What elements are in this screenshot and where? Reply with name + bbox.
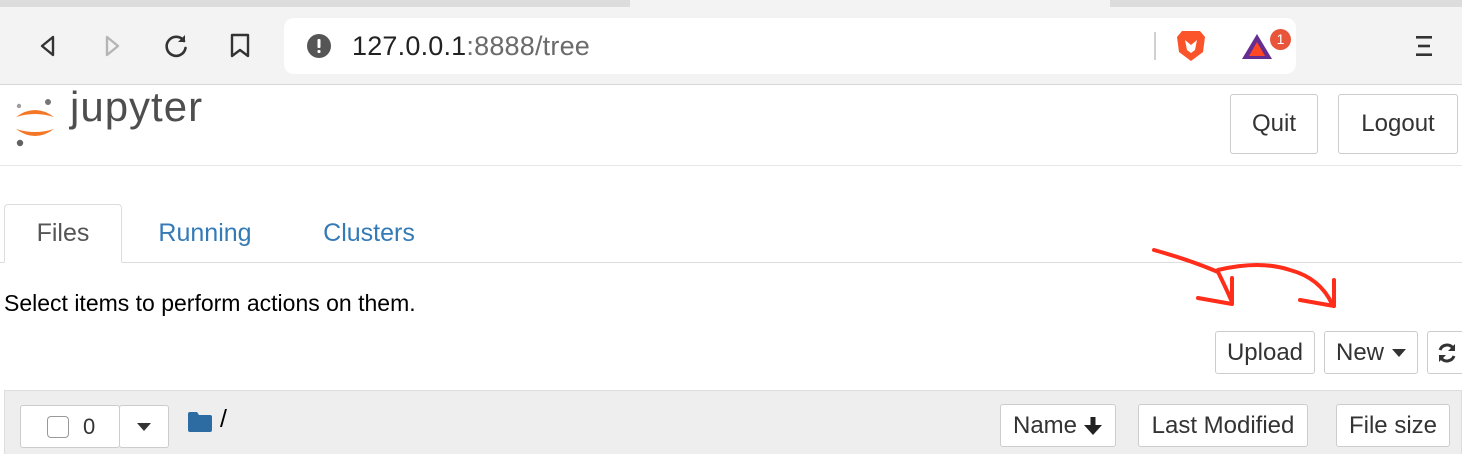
rewards-badge: 1 (1270, 29, 1291, 50)
back-button[interactable] (28, 26, 68, 66)
refresh-icon (1438, 343, 1456, 362)
quit-button[interactable]: Quit (1230, 94, 1318, 154)
sort-name-label: Name (1012, 411, 1078, 439)
tab-strip (1110, 0, 1462, 7)
caret-down-icon (137, 422, 151, 431)
bookmark-icon (230, 33, 250, 58)
back-icon (40, 35, 55, 57)
select-all-checkbox[interactable] (47, 415, 69, 438)
reload-icon (165, 35, 187, 58)
jupyter-logo-text[interactable]: jupyter (70, 83, 203, 131)
bookmark-button[interactable] (220, 26, 260, 66)
new-dropdown-button[interactable]: New (1324, 331, 1418, 374)
logout-button[interactable]: Logout (1338, 94, 1458, 154)
brave-lion-icon[interactable] (1174, 28, 1208, 64)
jupyter-logo-icon[interactable] (12, 97, 58, 149)
tab-files[interactable]: Files (4, 204, 122, 263)
url-path: :8888/tree (466, 31, 590, 61)
selection-menu-button[interactable] (119, 405, 169, 448)
tab-running[interactable]: Running (140, 204, 270, 263)
jupyter-header: jupyter Quit Logout (0, 83, 1462, 166)
selection-hint: Select items to perform actions on them. (4, 290, 416, 316)
tab-strip (0, 0, 630, 7)
address-bar-divider (1154, 32, 1156, 60)
upload-button[interactable]: Upload (1215, 331, 1315, 374)
address-bar[interactable]: 127.0.0.1:8888/tree (284, 18, 1296, 74)
sort-by-modified-button[interactable]: Last Modified (1138, 404, 1308, 447)
tab-clusters[interactable]: Clusters (300, 204, 438, 263)
forward-button[interactable] (92, 26, 132, 66)
new-button-label: New (1335, 338, 1384, 366)
select-all-button[interactable]: 0 (20, 405, 120, 448)
annotation-arrows (1152, 248, 1336, 308)
sort-by-name-button[interactable]: Name (1000, 404, 1116, 447)
bat-rewards-icon[interactable] (1240, 32, 1274, 62)
selected-count: 0 (83, 413, 96, 439)
browser-toolbar: 127.0.0.1:8888/tree 1 (0, 0, 1462, 85)
caret-down-icon (1392, 348, 1406, 357)
info-icon (307, 34, 331, 58)
folder-icon[interactable] (187, 411, 213, 433)
breadcrumb-root[interactable]: / (220, 405, 227, 434)
url-host: 127.0.0.1 (352, 31, 467, 61)
browser-menu-button[interactable] (1404, 26, 1444, 66)
sort-by-size-button[interactable]: File size (1336, 404, 1450, 447)
reload-button[interactable] (156, 26, 196, 66)
refresh-button[interactable] (1427, 331, 1462, 374)
url-text[interactable]: 127.0.0.1:8888/tree (352, 31, 590, 62)
arrow-down-icon (1084, 416, 1103, 435)
menu-icon (1416, 36, 1432, 56)
forward-icon (105, 35, 120, 57)
